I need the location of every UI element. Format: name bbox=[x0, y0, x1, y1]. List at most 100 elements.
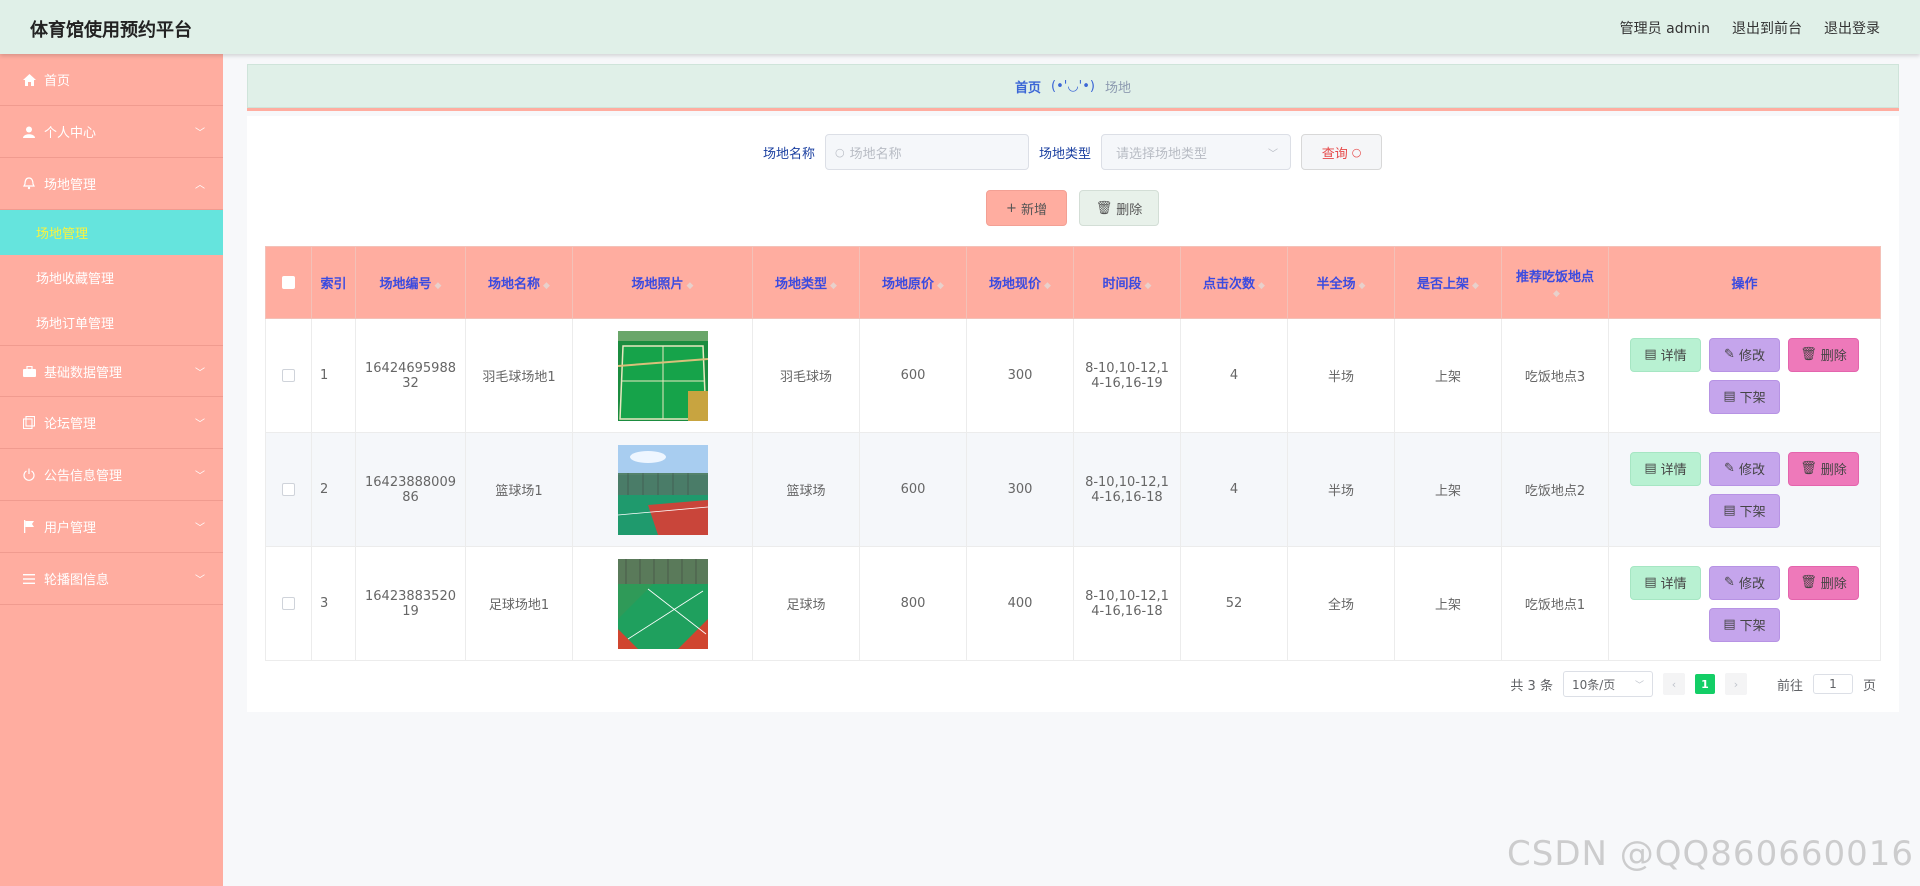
column-header[interactable]: 场地现价 ◆ bbox=[966, 246, 1074, 319]
sidebar-item-basic-data[interactable]: 基础数据管理 ﹀ bbox=[0, 345, 223, 397]
column-header[interactable]: 场地编号 ◆ bbox=[355, 246, 466, 319]
sort-icon: ◆ bbox=[1358, 281, 1366, 291]
add-button-label: 新增 bbox=[1020, 202, 1047, 218]
cell-type: 篮球场 bbox=[752, 432, 860, 547]
basketball-court-photo bbox=[617, 444, 708, 535]
add-button[interactable]: + 新增 bbox=[986, 190, 1067, 226]
sidebar-item-venue[interactable]: 场地管理 ︿ bbox=[0, 158, 223, 210]
sidebar-item-label: 首页 bbox=[44, 74, 71, 89]
column-header[interactable]: 是否上架 ◆ bbox=[1394, 246, 1502, 319]
column-header[interactable]: 时间段 ◆ bbox=[1073, 246, 1181, 319]
cell-photo[interactable] bbox=[572, 318, 753, 433]
chevron-down-icon: ﹀ bbox=[195, 419, 205, 430]
breadcrumb-separator: (•'◡'•) bbox=[1051, 78, 1095, 94]
bell-icon bbox=[22, 177, 36, 191]
chevron-down-icon: ﹀ bbox=[1268, 148, 1279, 160]
exit-to-front-link[interactable]: 退出到前台 bbox=[1732, 18, 1802, 38]
chevron-down-icon: ﹀ bbox=[195, 368, 205, 379]
edit-button[interactable]: ✎ 修改 bbox=[1709, 565, 1780, 600]
venue-name-placeholder: 场地名称 bbox=[849, 146, 902, 162]
column-header[interactable]: 推荐吃饭地点 ◆ bbox=[1501, 246, 1609, 319]
plus-icon: + bbox=[1006, 200, 1017, 216]
venue-table: 索引 场地编号 ◆ 场地名称 ◆ 场地照片 ◆ 场地类型 ◆ 场地原价 ◆ 场地现价 ◆ 时… bbox=[265, 246, 1881, 661]
sidebar-item-label: 公告信息管理 bbox=[44, 469, 123, 484]
cell-food: 吃饭地点3 bbox=[1501, 318, 1609, 433]
watermark: CSDN @QQ860660016 bbox=[1507, 834, 1914, 874]
table-header-row: 索引 场地编号 ◆ 场地名称 ◆ 场地照片 ◆ 场地类型 ◆ 场地原价 ◆ 场地现价 ◆ 时… bbox=[265, 246, 1881, 319]
column-header[interactable]: 场地原价 ◆ bbox=[859, 246, 967, 319]
prev-page-button[interactable]: ‹ bbox=[1662, 673, 1685, 695]
pagination: 共 3 条 10条/页 ﹀ ‹ 1 › 前往 1 页 bbox=[265, 671, 1880, 697]
sidebar-item-users[interactable]: 用户管理 ﹀ bbox=[0, 501, 223, 553]
edit-button[interactable]: ✎ 修改 bbox=[1709, 337, 1780, 372]
table-row: 1 1642469598832 羽毛球场地1 羽毛球场 600 300 8-10… bbox=[265, 318, 1881, 433]
cell-code: 1642388352019 bbox=[355, 546, 466, 661]
cell-clicks: 4 bbox=[1180, 318, 1288, 433]
batch-delete-button[interactable]: 🗑 删除 bbox=[1079, 190, 1159, 226]
page-unit-label: 页 bbox=[1862, 678, 1876, 694]
venue-name-input[interactable]: ○ 场地名称 bbox=[825, 134, 1029, 170]
app-title: 体育馆使用预约平台 bbox=[30, 20, 192, 41]
logout-link[interactable]: 退出登录 bbox=[1824, 18, 1880, 38]
cell-photo[interactable] bbox=[572, 546, 753, 661]
select-all-checkbox[interactable] bbox=[265, 246, 312, 319]
query-button-label: 查询 bbox=[1321, 146, 1348, 162]
chevron-up-icon: ︿ bbox=[195, 180, 205, 191]
breadcrumb-home[interactable]: 首页 bbox=[1015, 77, 1041, 96]
sidebar-item-label: 论坛管理 bbox=[44, 417, 97, 432]
row-checkbox[interactable] bbox=[265, 318, 312, 433]
column-header[interactable]: 场地照片 ◆ bbox=[572, 246, 753, 319]
cell-ops: ▤ 详情 ✎ 修改 🗑 删除 ▤ 下架 bbox=[1608, 318, 1881, 433]
sidebar-subitem-venue-favorites[interactable]: 场地收藏管理 bbox=[0, 255, 223, 300]
sidebar-item-profile[interactable]: 个人中心 ﹀ bbox=[0, 106, 223, 158]
search-bar: 场地名称 ○ 场地名称 场地类型 请选择场地类型 ﹀ 查询 ○ bbox=[265, 134, 1880, 170]
cell-cur-price: 400 bbox=[966, 546, 1074, 661]
cell-orig-price: 800 bbox=[859, 546, 967, 661]
sidebar-item-carousel[interactable]: 轮播图信息 ﹀ bbox=[0, 553, 223, 605]
sidebar-item-forum[interactable]: 论坛管理 ﹀ bbox=[0, 397, 223, 449]
edit-button[interactable]: ✎ 修改 bbox=[1709, 451, 1780, 486]
column-header[interactable]: 场地名称 ◆ bbox=[465, 246, 573, 319]
pencil-icon: ✎ bbox=[1724, 575, 1735, 590]
column-header[interactable]: 半全场 ◆ bbox=[1287, 246, 1395, 319]
venue-type-placeholder: 请选择场地类型 bbox=[1116, 146, 1208, 162]
sidebar-item-home[interactable]: 首页 bbox=[0, 54, 223, 106]
row-checkbox[interactable] bbox=[265, 546, 312, 661]
column-header[interactable]: 场地类型 ◆ bbox=[752, 246, 860, 319]
cell-photo[interactable] bbox=[572, 432, 753, 547]
sidebar-subitem-venue-manage[interactable]: 场地管理 bbox=[0, 210, 223, 255]
document-icon: ▤ bbox=[1723, 617, 1736, 632]
detail-button[interactable]: ▤ 详情 bbox=[1630, 451, 1701, 486]
query-button[interactable]: 查询 ○ bbox=[1301, 134, 1383, 170]
row-checkbox[interactable] bbox=[265, 432, 312, 547]
sidebar-item-notice[interactable]: 公告信息管理 ﹀ bbox=[0, 449, 223, 501]
cell-time: 8-10,10-12,14-16,16-18 bbox=[1073, 432, 1181, 547]
off-shelf-button[interactable]: ▤ 下架 bbox=[1709, 379, 1780, 414]
search-icon: ○ bbox=[1351, 145, 1362, 159]
column-header[interactable]: 点击次数 ◆ bbox=[1180, 246, 1288, 319]
page-size-select[interactable]: 10条/页 ﹀ bbox=[1562, 671, 1653, 697]
sidebar-subitem-venue-orders[interactable]: 场地订单管理 bbox=[0, 300, 223, 345]
delete-button[interactable]: 🗑 删除 bbox=[1788, 337, 1859, 372]
detail-button[interactable]: ▤ 详情 bbox=[1630, 337, 1701, 372]
menu-icon bbox=[22, 572, 36, 586]
cell-type: 足球场 bbox=[752, 546, 860, 661]
chevron-down-icon: ﹀ bbox=[195, 575, 205, 586]
goto-page-input[interactable]: 1 bbox=[1812, 674, 1853, 694]
sidebar-item-label: 轮播图信息 bbox=[44, 573, 110, 588]
off-shelf-button[interactable]: ▤ 下架 bbox=[1709, 493, 1780, 528]
cell-time: 8-10,10-12,14-16,16-19 bbox=[1073, 318, 1181, 433]
detail-button[interactable]: ▤ 详情 bbox=[1630, 565, 1701, 600]
delete-button[interactable]: 🗑 删除 bbox=[1788, 565, 1859, 600]
venue-type-select[interactable]: 请选择场地类型 ﹀ bbox=[1101, 134, 1292, 170]
page-number[interactable]: 1 bbox=[1694, 674, 1715, 694]
sort-icon: ◆ bbox=[1472, 281, 1479, 291]
off-shelf-button[interactable]: ▤ 下架 bbox=[1709, 607, 1780, 642]
pencil-icon: ✎ bbox=[1724, 461, 1735, 476]
batch-delete-label: 删除 bbox=[1116, 202, 1143, 218]
header-links: 管理员 admin 退出到前台 退出登录 bbox=[1620, 18, 1880, 38]
delete-button[interactable]: 🗑 删除 bbox=[1788, 451, 1859, 486]
trash-icon: 🗑 bbox=[1800, 575, 1817, 590]
sort-icon: ◆ bbox=[1553, 288, 1560, 299]
next-page-button[interactable]: › bbox=[1724, 673, 1747, 695]
